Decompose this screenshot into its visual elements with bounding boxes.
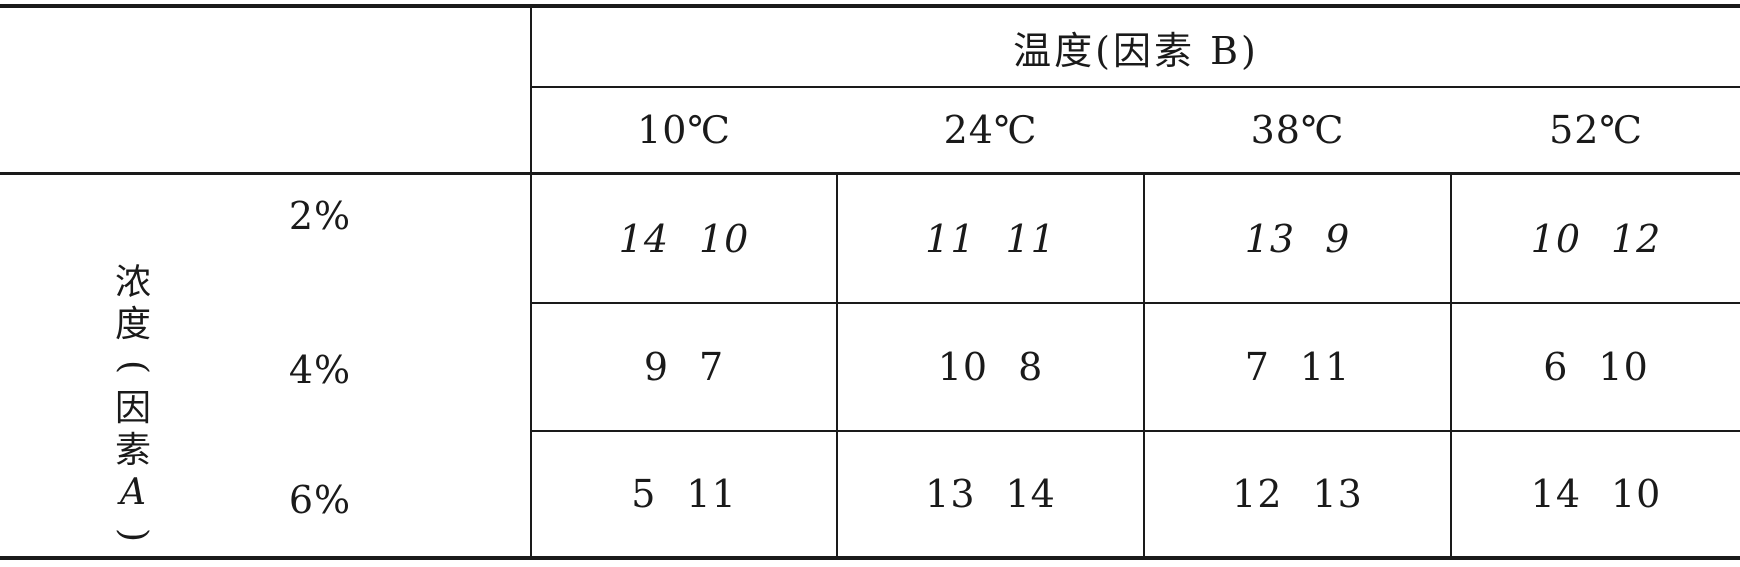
factor-a-char: ) (112, 527, 154, 543)
temp-label: 52℃ (1549, 108, 1643, 152)
value: 6 (1543, 345, 1569, 389)
value: 10 (1598, 345, 1649, 389)
data-table: 温度(因素 B) 10℃ 24℃ 38℃ 52℃ 浓 度 ( 因 素 A ) 2… (0, 0, 1740, 567)
factor-a-char: 因 (114, 388, 151, 429)
bottom-rule (0, 556, 1740, 560)
value: 12 (1611, 216, 1662, 261)
factor-b-title: 温度(因素 B) (532, 8, 1740, 86)
value: 10 (937, 345, 989, 389)
value: 12 (1232, 472, 1283, 516)
value-pair: 5 11 (631, 472, 737, 516)
data-cell: 13 9 (1145, 175, 1450, 302)
value: 10 (1530, 216, 1581, 261)
factor-a-char: A (120, 472, 146, 513)
data-cell: 5 11 (532, 432, 836, 556)
value: 11 (1005, 216, 1056, 261)
concentration-label: 2% (288, 194, 352, 238)
value-pair: 7 11 (1245, 345, 1351, 389)
value: 14 (618, 216, 669, 261)
data-cell: 10 12 (1452, 175, 1740, 302)
value: 8 (1018, 345, 1044, 389)
temp-header-38: 38℃ (1145, 88, 1450, 172)
value: 10 (1611, 472, 1662, 516)
factor-a-char: 度 (114, 304, 151, 345)
factor-a-char: 浓 (114, 262, 151, 303)
value: 13 (1312, 472, 1363, 516)
value-pair: 13 9 (1245, 217, 1351, 261)
value: 7 (1244, 345, 1270, 389)
data-cell: 11 11 (838, 175, 1143, 302)
temp-label: 24℃ (943, 108, 1038, 152)
concentration-2: 2% (260, 186, 380, 246)
concentration-4: 4% (260, 340, 380, 400)
concentration-label: 4% (288, 348, 352, 392)
value-pair: 9 7 (644, 345, 724, 389)
value: 13 (1244, 216, 1296, 261)
value: 9 (1325, 216, 1351, 261)
value: 14 (1530, 472, 1581, 516)
data-cell: 13 14 (838, 432, 1143, 556)
temp-header-52: 52℃ (1452, 88, 1740, 172)
value: 10 (699, 216, 750, 261)
value-pair: 12 13 (1232, 472, 1363, 516)
factor-a-char: ( (112, 359, 154, 375)
factor-a-title: 浓 度 ( 因 素 A ) (108, 262, 158, 556)
value-pair: 6 10 (1543, 345, 1649, 389)
value-pair: 14 10 (1531, 472, 1662, 516)
value: 14 (1005, 472, 1056, 516)
temp-label: 10℃ (637, 108, 731, 152)
value: 13 (925, 472, 976, 516)
data-cell: 12 13 (1145, 432, 1450, 556)
temp-header-10: 10℃ (532, 88, 836, 172)
data-cell: 9 7 (532, 304, 836, 430)
factor-b-title-text: 温度(因素 B) (1013, 28, 1259, 73)
value-pair: 10 12 (1531, 217, 1662, 261)
data-cell: 14 10 (1452, 432, 1740, 556)
value-pair: 13 14 (925, 472, 1056, 516)
temp-label: 38℃ (1250, 108, 1345, 152)
data-cell: 10 8 (838, 304, 1143, 430)
value-pair: 11 11 (925, 217, 1056, 261)
concentration-label: 6% (288, 478, 352, 522)
value: 7 (699, 345, 725, 389)
factor-a-char: 素 (114, 430, 151, 471)
value: 9 (643, 345, 669, 389)
value: 11 (925, 216, 976, 261)
data-cell: 6 10 (1452, 304, 1740, 430)
value: 11 (1299, 345, 1351, 389)
data-cell: 7 11 (1145, 304, 1450, 430)
data-cell: 14 10 (532, 175, 836, 302)
value: 11 (686, 472, 737, 516)
value-pair: 10 8 (938, 345, 1044, 389)
value-pair: 14 10 (619, 217, 750, 261)
temp-header-24: 24℃ (838, 88, 1143, 172)
concentration-6: 6% (260, 470, 380, 530)
value: 5 (631, 472, 657, 516)
